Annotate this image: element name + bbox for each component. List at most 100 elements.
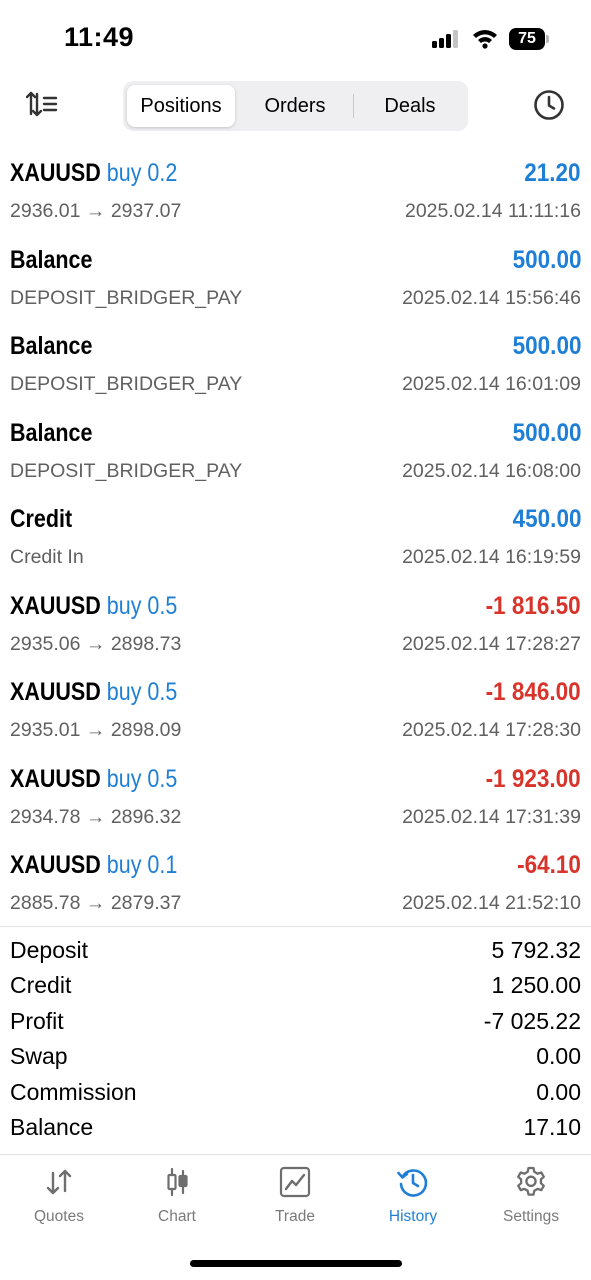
deal-prices: 2934.78 → 2896.32 <box>10 805 182 828</box>
home-indicator <box>190 1260 402 1267</box>
summary-value: 1 250.00 <box>491 972 581 999</box>
deal-prices: 2885.78 → 2879.37 <box>10 892 182 914</box>
summary-row-balance: Balance 17.10 <box>0 1112 591 1147</box>
deal-title: Credit <box>10 505 72 534</box>
deal-comment: DEPOSIT_BRIDGER_PAY <box>10 459 243 482</box>
cellular-signal-icon <box>432 30 462 48</box>
deal-time: 2025.02.14 16:19:59 <box>402 546 581 568</box>
deal-symbol: Balance <box>10 418 93 447</box>
deal-title: XAUUSD buy 0.1 <box>10 851 177 880</box>
tab-label: History <box>388 1208 438 1225</box>
tab-chart[interactable]: Chart <box>118 1165 236 1240</box>
deal-row[interactable]: Balance 500.00 DEPOSIT_BRIDGER_PAY 2025.… <box>0 242 591 329</box>
deal-amount: 500.00 <box>512 245 581 274</box>
deal-title: XAUUSD buy 0.5 <box>10 765 177 794</box>
summary-label: Profit <box>10 1007 64 1034</box>
summary-label: Commission <box>10 1078 137 1105</box>
summary-section: Deposit 5 792.32 Credit 1 250.00 Profit … <box>0 935 591 1147</box>
deal-row[interactable]: Balance 500.00 DEPOSIT_BRIDGER_PAY 2025.… <box>0 328 591 415</box>
summary-value: 5 792.32 <box>491 937 581 963</box>
summary-label: Balance <box>10 1113 94 1140</box>
deal-direction: buy 0.1 <box>106 851 178 879</box>
deal-symbol: XAUUSD <box>10 678 101 706</box>
deal-row[interactable]: XAUUSD buy 0.5 -1 846.00 2935.01 → 2898.… <box>0 674 591 761</box>
history-clock-icon <box>397 1169 428 1197</box>
tab-label: Trade <box>275 1208 315 1225</box>
deal-time: 2025.02.14 16:01:09 <box>402 373 581 395</box>
deal-title: XAUUSD buy 0.5 <box>10 592 177 621</box>
deal-amount: 500.00 <box>512 332 581 360</box>
deal-title: Balance <box>10 419 92 448</box>
deal-symbol: XAUUSD <box>10 591 101 620</box>
summary-label: Swap <box>10 1043 68 1070</box>
deal-amount: 450.00 <box>512 505 581 533</box>
deal-symbol: XAUUSD <box>10 851 101 879</box>
deal-amount: 500.00 <box>512 418 581 447</box>
deal-symbol: Balance <box>10 332 93 360</box>
history-clock-icon[interactable] <box>533 89 565 121</box>
deal-amount: -1 846.00 <box>485 678 581 706</box>
deal-row[interactable]: XAUUSD buy 0.5 -1 816.50 2935.06 → 2898.… <box>0 588 591 675</box>
deal-title: XAUUSD buy 0.5 <box>10 678 177 707</box>
segment-divider <box>353 94 354 118</box>
deal-direction: buy 0.5 <box>106 678 178 706</box>
deal-row[interactable]: Balance 500.00 DEPOSIT_BRIDGER_PAY 2025.… <box>0 415 591 502</box>
summary-row-credit: Credit 1 250.00 <box>0 970 591 1005</box>
trade-chart-icon <box>279 1166 311 1198</box>
summary-row-profit: Profit -7 025.22 <box>0 1006 591 1041</box>
deal-direction: buy 0.2 <box>106 159 178 187</box>
summary-value: 0.00 <box>536 1043 581 1070</box>
deal-amount: -1 816.50 <box>485 591 581 620</box>
battery-icon: 75 <box>509 28 545 50</box>
battery-tip <box>546 35 549 43</box>
deal-time: 2025.02.14 17:31:39 <box>402 805 581 828</box>
tab-label: Chart <box>158 1208 196 1225</box>
status-time: 11:49 <box>64 22 135 52</box>
tab-settings[interactable]: Settings <box>472 1165 590 1240</box>
deal-symbol: XAUUSD <box>10 159 101 187</box>
summary-label: Credit <box>10 972 72 999</box>
segmented-control: Positions Orders Deals <box>123 81 468 131</box>
deal-amount: -64.10 <box>517 851 581 879</box>
deal-amount: -1 923.00 <box>485 764 581 793</box>
quotes-arrows-icon <box>46 1169 72 1195</box>
deal-row[interactable]: XAUUSD buy 0.2 21.20 2936.01 → 2937.07 2… <box>0 155 591 242</box>
wifi-icon <box>473 30 497 49</box>
tab-orders[interactable]: Orders <box>241 85 349 127</box>
deal-time: 2025.02.14 17:28:30 <box>402 719 581 741</box>
deal-prices: 2935.06 → 2898.73 <box>10 632 182 655</box>
sort-icon[interactable] <box>26 90 58 118</box>
list-divider <box>0 926 591 927</box>
candlestick-chart-icon <box>167 1167 188 1197</box>
deal-comment: DEPOSIT_BRIDGER_PAY <box>10 286 243 309</box>
summary-value: 0.00 <box>536 1078 581 1105</box>
summary-label: Deposit <box>10 937 88 963</box>
summary-value: 17.10 <box>523 1113 581 1140</box>
deal-time: 2025.02.14 17:28:27 <box>402 632 581 655</box>
settings-gear-icon <box>517 1166 545 1196</box>
summary-row-deposit: Deposit 5 792.32 <box>0 935 591 970</box>
deal-amount: 21.20 <box>524 159 581 187</box>
tab-deals[interactable]: Deals <box>357 85 463 127</box>
deal-comment: Credit In <box>10 546 84 568</box>
tab-history[interactable]: History <box>354 1165 472 1240</box>
deal-row[interactable]: Credit 450.00 Credit In 2025.02.14 16:19… <box>0 501 591 588</box>
deal-row[interactable]: XAUUSD buy 0.5 -1 923.00 2934.78 → 2896.… <box>0 761 591 848</box>
deal-symbol: Credit <box>10 505 73 533</box>
summary-row-swap: Swap 0.00 <box>0 1041 591 1076</box>
tab-positions[interactable]: Positions <box>127 85 235 127</box>
deal-time: 2025.02.14 16:08:00 <box>402 459 581 482</box>
deals-list: XAUUSD buy 0.2 21.20 2936.01 → 2937.07 2… <box>0 155 591 934</box>
deal-symbol: Balance <box>10 245 93 274</box>
deal-title: Balance <box>10 332 92 361</box>
deal-direction: buy 0.5 <box>106 764 178 793</box>
status-bar: 11:49 75 <box>0 0 591 70</box>
tab-trade[interactable]: Trade <box>236 1165 354 1240</box>
summary-row-commission: Commission 0.00 <box>0 1077 591 1112</box>
deal-time: 2025.02.14 15:56:46 <box>402 286 581 309</box>
tab-quotes[interactable]: Quotes <box>0 1165 118 1240</box>
deal-row[interactable]: XAUUSD buy 0.1 -64.10 2885.78 → 2879.37 … <box>0 847 591 934</box>
deal-symbol: XAUUSD <box>10 764 101 793</box>
deal-title: XAUUSD buy 0.2 <box>10 159 177 188</box>
tab-label: Quotes <box>34 1208 84 1225</box>
